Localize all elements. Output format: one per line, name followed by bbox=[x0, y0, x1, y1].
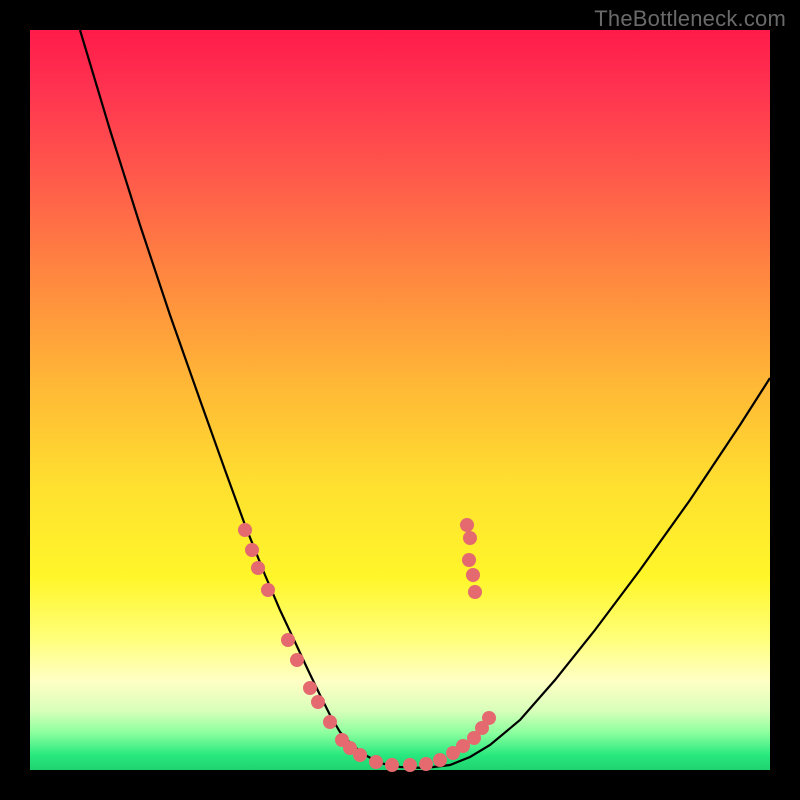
data-dot bbox=[311, 695, 325, 709]
chart-frame: TheBottleneck.com bbox=[0, 0, 800, 800]
data-dot bbox=[468, 585, 482, 599]
chart-plot-area bbox=[30, 30, 770, 770]
data-dot bbox=[419, 757, 433, 771]
data-dot bbox=[245, 543, 259, 557]
watermark-label: TheBottleneck.com bbox=[594, 6, 786, 32]
data-dot bbox=[261, 583, 275, 597]
data-dots bbox=[238, 518, 496, 772]
data-dot bbox=[238, 523, 252, 537]
data-dot bbox=[303, 681, 317, 695]
chart-svg bbox=[30, 30, 770, 770]
data-dot bbox=[433, 753, 447, 767]
data-dot bbox=[290, 653, 304, 667]
data-dot bbox=[466, 568, 480, 582]
data-dot bbox=[251, 561, 265, 575]
bottleneck-curve bbox=[80, 30, 770, 768]
data-dot bbox=[281, 633, 295, 647]
data-dot bbox=[482, 711, 496, 725]
data-dot bbox=[369, 755, 383, 769]
data-dot bbox=[463, 531, 477, 545]
data-dot bbox=[385, 758, 399, 772]
data-dot bbox=[353, 748, 367, 762]
data-dot bbox=[403, 758, 417, 772]
data-dot bbox=[462, 553, 476, 567]
data-dot bbox=[460, 518, 474, 532]
data-dot bbox=[323, 715, 337, 729]
